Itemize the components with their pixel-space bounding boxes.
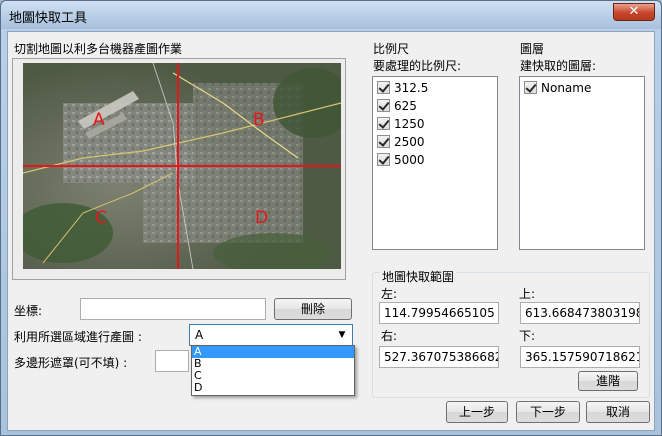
extent-left-label: 左: bbox=[381, 287, 398, 301]
extent-left-input[interactable]: 114.79954665105 bbox=[379, 302, 499, 324]
checkbox-checked-icon[interactable] bbox=[524, 81, 537, 94]
scale-item[interactable]: 1250 bbox=[377, 117, 425, 134]
advanced-button[interactable]: 進階 bbox=[578, 371, 638, 391]
layer-listbox[interactable]: Noname bbox=[519, 76, 645, 250]
layer-item[interactable]: Noname bbox=[524, 81, 591, 98]
extent-bottom-label: 下: bbox=[519, 329, 536, 343]
coords-label: 坐標: bbox=[14, 304, 43, 318]
region-dropdown-list[interactable]: A B C D bbox=[191, 345, 355, 396]
map-section-label: 切割地圖以利多台機器產圖作業 bbox=[14, 42, 183, 56]
map-preview-frame: A B C D bbox=[12, 58, 346, 280]
extent-top-label: 上: bbox=[519, 287, 536, 301]
dropdown-option[interactable]: C bbox=[192, 370, 354, 382]
cancel-button[interactable]: 取消 bbox=[586, 401, 650, 423]
extent-top-input[interactable]: 613.668473803198 bbox=[520, 302, 640, 324]
dialog-window: 地圖快取工具 ✕ 切割地圖以利多台機器產圖作業 A B C D 比例尺 要處理的… bbox=[0, 0, 662, 436]
scale-list-label: 要處理的比例尺: bbox=[373, 59, 462, 73]
satellite-map-graphic: A B C D bbox=[23, 63, 341, 269]
checkbox-checked-icon[interactable] bbox=[377, 153, 390, 166]
title-bar[interactable]: 地圖快取工具 ✕ bbox=[1, 1, 661, 29]
scale-group-label: 比例尺 bbox=[373, 42, 410, 56]
checkbox-checked-icon[interactable] bbox=[377, 117, 390, 130]
map-preview-image[interactable]: A B C D bbox=[23, 63, 341, 269]
scale-item[interactable]: 625 bbox=[377, 99, 417, 116]
layer-group-label: 圖層 bbox=[520, 42, 545, 56]
chevron-down-icon[interactable]: ▼ bbox=[334, 327, 350, 343]
checkbox-checked-icon[interactable] bbox=[377, 81, 390, 94]
region-label: 利用所選區域進行產圖 : bbox=[14, 330, 142, 344]
scale-item[interactable]: 312.5 bbox=[377, 81, 428, 98]
window-title: 地圖快取工具 bbox=[9, 11, 88, 26]
region-select[interactable]: A ▼ bbox=[189, 324, 353, 346]
dropdown-option[interactable]: A bbox=[192, 346, 354, 358]
quadrant-label-b: B bbox=[253, 110, 265, 130]
extent-right-label: 右: bbox=[381, 329, 398, 343]
delete-button[interactable]: 刪除 bbox=[274, 298, 352, 320]
mask-input[interactable] bbox=[155, 350, 189, 372]
checkbox-checked-icon[interactable] bbox=[377, 135, 390, 148]
scale-listbox[interactable]: 312.5 625 1250 2500 5000 bbox=[372, 76, 498, 250]
quadrant-label-d: D bbox=[255, 208, 268, 228]
coords-input[interactable] bbox=[80, 298, 266, 320]
dropdown-option[interactable]: B bbox=[192, 358, 354, 370]
scale-item[interactable]: 5000 bbox=[377, 153, 425, 170]
quadrant-label-a: A bbox=[93, 110, 105, 130]
mask-label: 多邊形遮罩(可不填) : bbox=[14, 356, 128, 370]
dropdown-option[interactable]: D bbox=[192, 382, 354, 394]
checkbox-checked-icon[interactable] bbox=[377, 99, 390, 112]
extent-right-input[interactable]: 527.367075386682 bbox=[379, 346, 499, 368]
layer-list-label: 建快取的圖層: bbox=[520, 59, 597, 73]
dialog-client-area: 切割地圖以利多台機器產圖作業 A B C D 比例尺 要處理的比例尺: 312.… bbox=[7, 31, 655, 431]
scale-item[interactable]: 2500 bbox=[377, 135, 425, 152]
extent-bottom-input[interactable]: 365.157590718621 bbox=[520, 346, 640, 368]
quadrant-label-c: C bbox=[95, 208, 107, 228]
close-button[interactable]: ✕ bbox=[613, 3, 655, 21]
region-selected-value: A bbox=[195, 328, 204, 342]
next-button[interactable]: 下一步 bbox=[516, 401, 580, 423]
prev-button[interactable]: 上一步 bbox=[446, 401, 508, 423]
extent-group-label: 地圖快取範圍 bbox=[380, 268, 457, 285]
